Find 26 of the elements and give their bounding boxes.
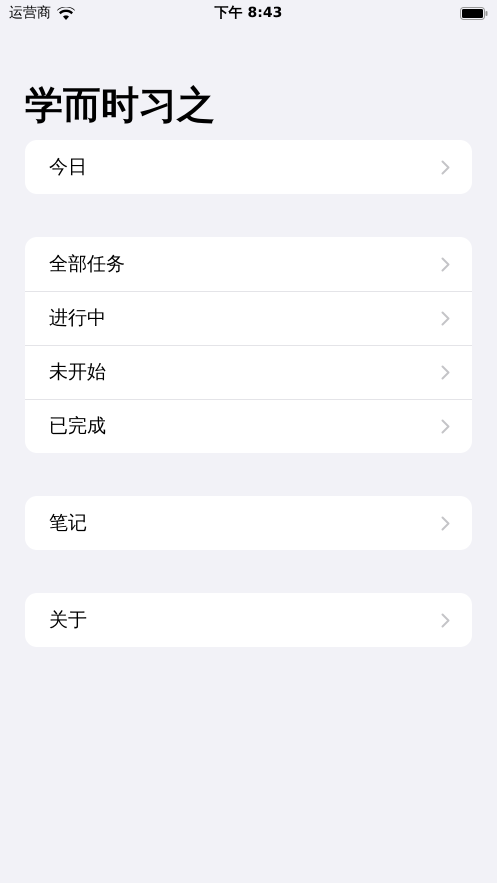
chevron-icon	[441, 365, 450, 380]
item-label: 进行中	[49, 306, 107, 332]
item-label: 全部任务	[49, 252, 126, 277]
chevron-icon	[441, 612, 450, 628]
item-label: 已完成	[49, 414, 107, 440]
item-label: 今日	[49, 154, 88, 180]
list-item[interactable]: 今日	[25, 140, 472, 194]
chevron-icon	[441, 311, 450, 326]
list-item[interactable]: 已完成	[25, 399, 472, 453]
battery-icon	[460, 6, 488, 20]
chevron-icon	[441, 256, 450, 272]
list-item[interactable]: 进行中	[25, 291, 472, 345]
wifi-icon	[57, 6, 75, 20]
item-label: 笔记	[49, 510, 88, 536]
item-label: 关于	[49, 608, 88, 633]
status-time: 下午 8:43	[214, 4, 282, 22]
page-title: 学而时习之	[25, 82, 216, 128]
list-item[interactable]: 全部任务	[25, 237, 472, 291]
chevron-icon	[441, 160, 450, 174]
list-item[interactable]: 关于	[25, 593, 472, 647]
carrier-name: 运营商	[9, 4, 51, 22]
list-item[interactable]: 未开始	[25, 345, 472, 399]
chevron-icon	[441, 516, 450, 530]
item-label: 未开始	[49, 360, 107, 386]
list-item[interactable]: 笔记	[25, 496, 472, 550]
chevron-icon	[441, 419, 450, 434]
